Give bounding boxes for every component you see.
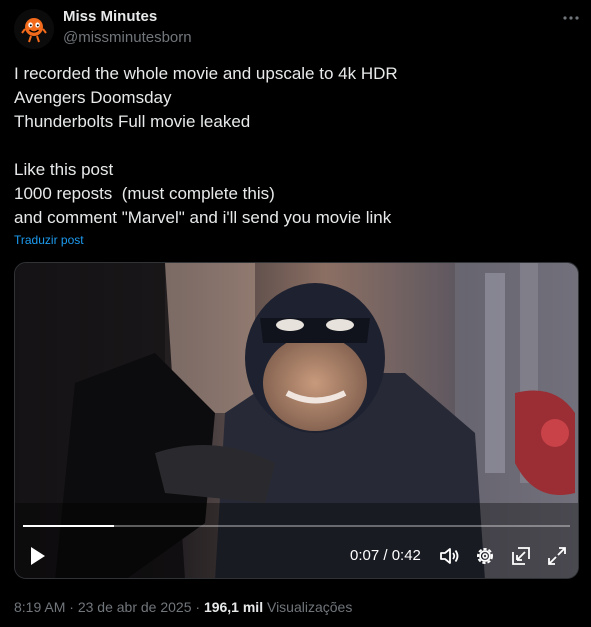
video-player[interactable] <box>14 262 579 579</box>
post-line: I recorded the whole movie and upscale t… <box>14 64 398 83</box>
video-progress-fill <box>23 525 115 527</box>
settings-gear-icon[interactable] <box>474 545 496 567</box>
post-date[interactable]: 23 de abr de 2025 <box>78 599 192 615</box>
post-line: and comment "Marvel" and i'll send you m… <box>14 208 392 227</box>
translate-post-link[interactable]: Traduzir post <box>14 233 84 247</box>
picture-in-picture-icon[interactable] <box>510 545 532 567</box>
play-icon[interactable] <box>29 545 47 567</box>
volume-icon[interactable] <box>438 545 460 567</box>
avatar-image <box>14 9 54 49</box>
fullscreen-icon[interactable] <box>546 545 568 567</box>
post-line: Like this post <box>14 160 114 179</box>
post-text: I recorded the whole movie and upscale t… <box>14 62 574 230</box>
post-line: 1000 reposts (must complete this) <box>14 184 275 203</box>
video-progress-bar[interactable] <box>23 525 570 527</box>
author-name[interactable]: Miss Minutes <box>63 8 157 25</box>
views-count: 196,1 mil <box>203 599 264 615</box>
post-time[interactable]: 8:19 AM <box>14 599 65 615</box>
post-line-blank <box>14 134 574 158</box>
post-meta: 8:19 AM · 23 de abr de 2025 · 196,1 mil … <box>14 599 352 615</box>
more-horizontal-icon[interactable] <box>560 10 582 26</box>
meta-separator: · <box>195 599 201 615</box>
video-time: 0:07 / 0:42 <box>350 547 421 564</box>
post-line: Avengers Doomsday <box>14 88 172 107</box>
views-label: Visualizações <box>266 599 353 615</box>
avatar[interactable] <box>14 9 54 49</box>
meta-separator: · <box>69 599 74 615</box>
video-frame <box>15 263 578 578</box>
post-line: Thunderbolts Full movie leaked <box>14 112 251 131</box>
author-handle[interactable]: @missminutesborn <box>63 29 192 46</box>
